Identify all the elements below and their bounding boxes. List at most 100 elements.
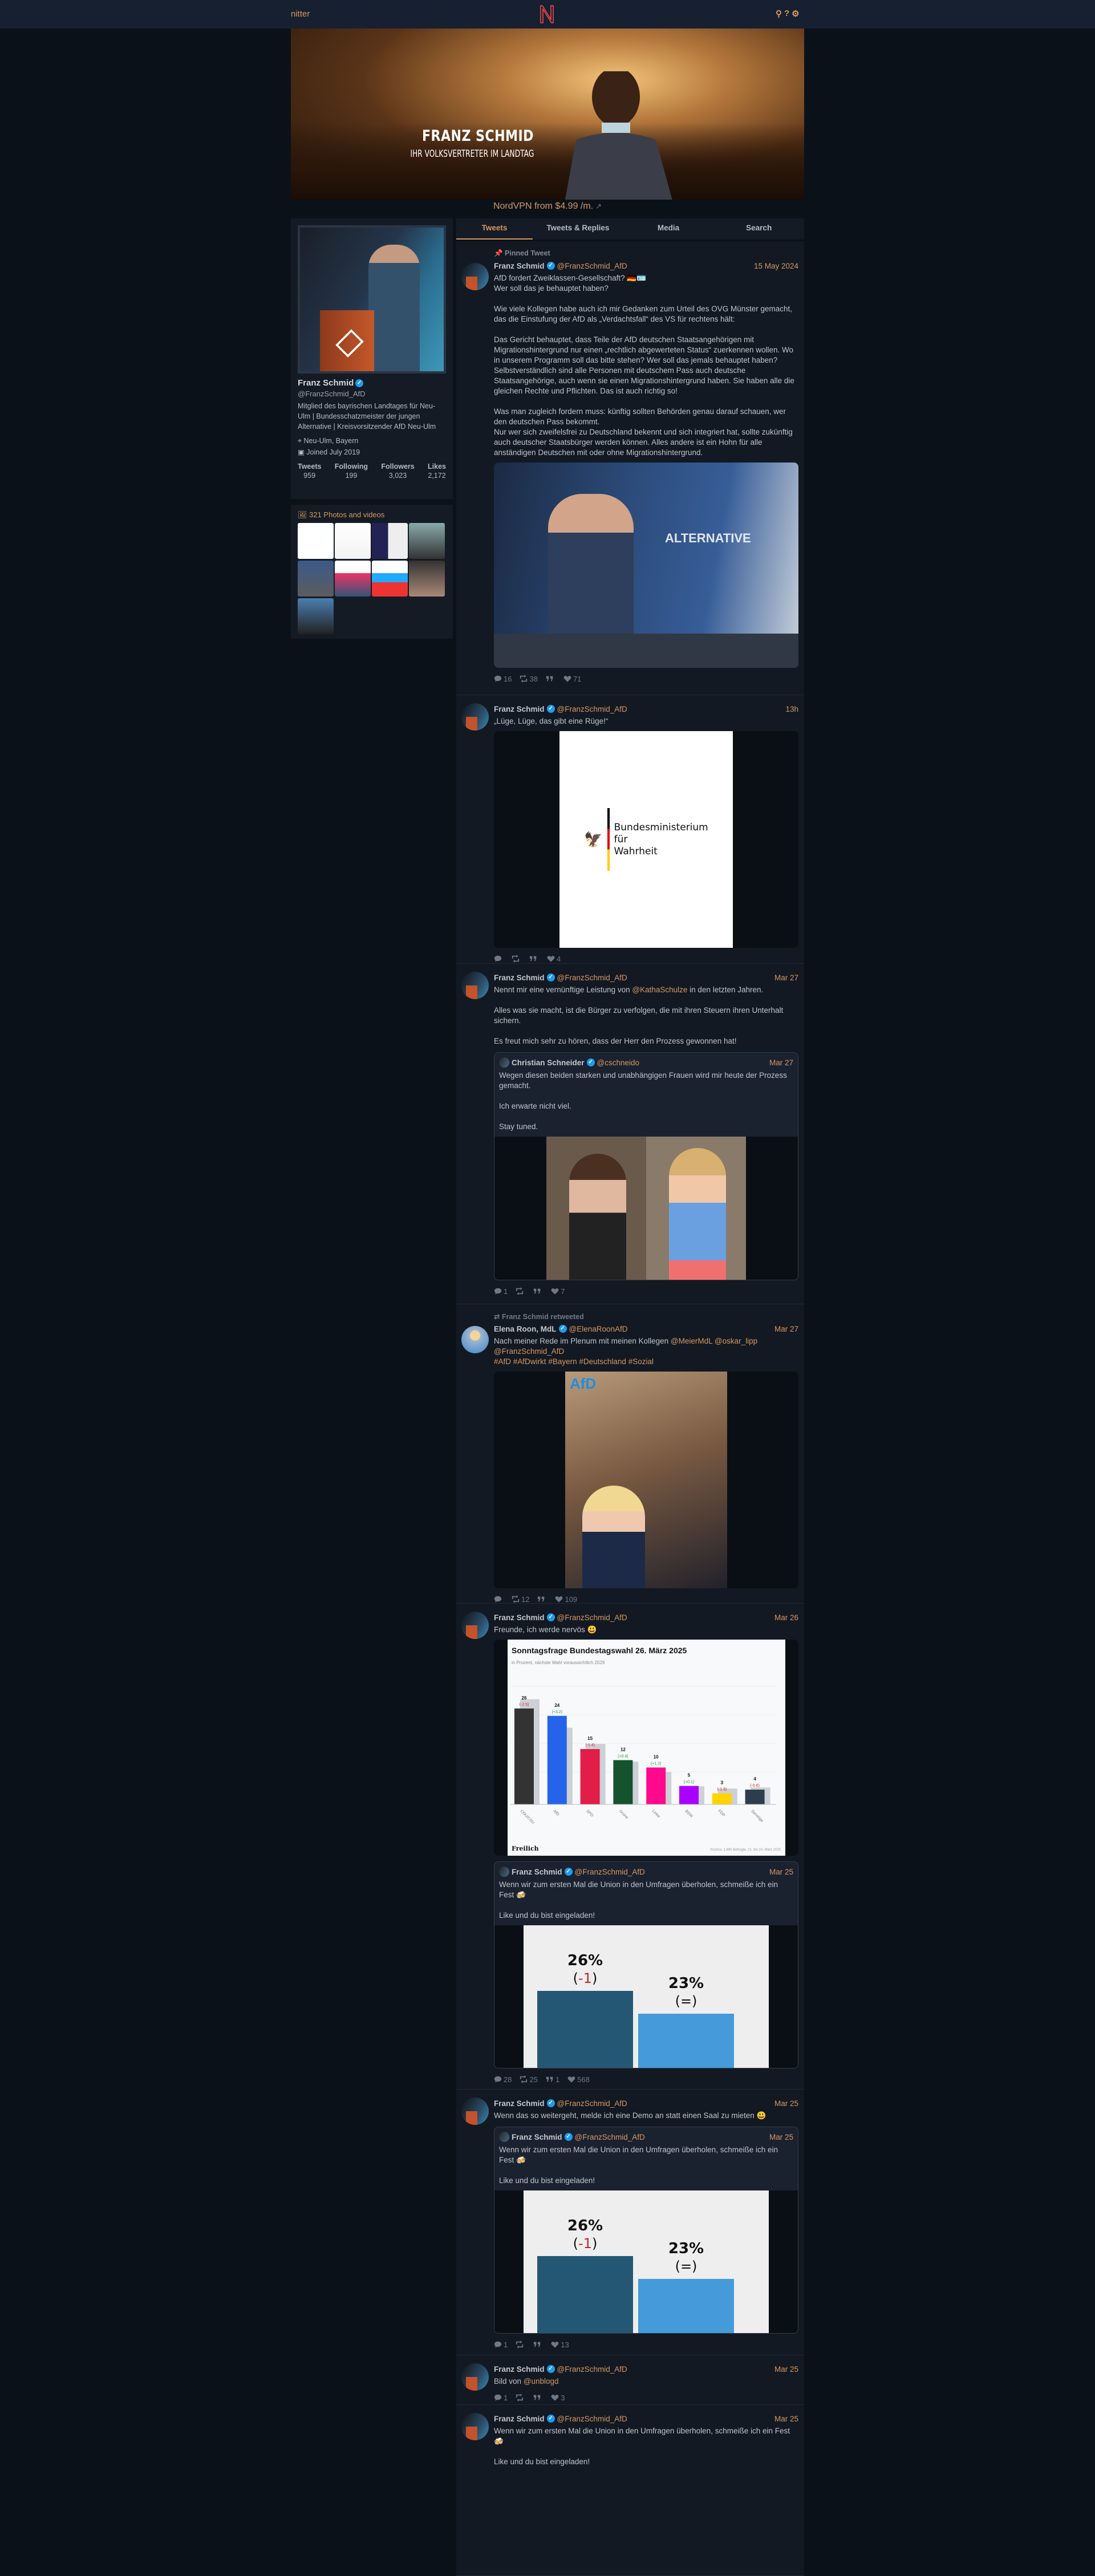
mention-link[interactable]: @FranzSchmid_AfD (494, 1347, 564, 1356)
author-name[interactable]: Christian Schneider (512, 1058, 585, 1067)
quote-button[interactable] (533, 2394, 543, 2401)
quote-button[interactable] (537, 1595, 547, 1603)
author-name[interactable]: Franz Schmid (494, 2415, 545, 2423)
author-name[interactable]: Franz Schmid (494, 262, 545, 270)
nitter-home-link[interactable]: nitter (291, 9, 310, 19)
stat-following[interactable]: Following 199 (335, 463, 368, 480)
reply-button[interactable] (494, 1595, 504, 1603)
stat-followers[interactable]: Followers 3,023 (381, 463, 414, 480)
hashtag-link[interactable]: #AfDwirkt (513, 1357, 546, 1366)
author-handle[interactable]: @FranzSchmid_AfD (575, 1868, 645, 1876)
ad-text[interactable]: NordVPN from $4.99 /m. (493, 201, 593, 211)
retweet-button[interactable]: 38 (520, 675, 538, 683)
tweet-date[interactable]: 15 May 2024 (754, 262, 798, 270)
tweet[interactable]: ⇄ Franz Schmid retweeted Elena Roon, MdL ✓… (456, 1304, 804, 1604)
retweet-button[interactable] (512, 955, 521, 963)
search-icon[interactable]: ⚲ (776, 9, 782, 19)
retweet-button[interactable]: 25 (520, 2075, 538, 2084)
author-handle[interactable]: @FranzSchmid_AfD (557, 705, 627, 713)
mention-link[interactable]: @KathaSchulze (632, 985, 687, 994)
tweet[interactable]: Franz Schmid ✓ @FranzSchmid_AfD Mar 25 Bild … (456, 2355, 804, 2405)
quote-button[interactable] (533, 1287, 543, 1295)
retweet-button[interactable] (516, 2394, 525, 2401)
tweet-date[interactable]: Mar 26 (774, 1613, 798, 1622)
retweet-button[interactable] (516, 2340, 525, 2348)
reply-button[interactable]: 1 (494, 2394, 508, 2402)
retweet-button[interactable]: 12 (512, 1595, 529, 1603)
tab-search[interactable]: Search (713, 218, 804, 240)
avatar[interactable] (461, 1612, 489, 1639)
hashtag-link[interactable]: #Deutschland (579, 1357, 626, 1366)
tweet[interactable]: Franz Schmid ✓ @FranzSchmid_AfD Mar 25 Wenn … (456, 2405, 804, 2576)
tweet-media[interactable] (494, 1137, 798, 1280)
tweet[interactable]: Franz Schmid ✓ @FranzSchmid_AfD Mar 26 Freun… (456, 1604, 804, 2090)
reply-button[interactable]: 16 (494, 675, 512, 683)
tweet-date[interactable]: Mar 27 (774, 1325, 798, 1333)
author-handle[interactable]: @FranzSchmid_AfD (557, 2415, 627, 2423)
author-name[interactable]: Franz Schmid (494, 1613, 545, 1622)
photo-thumbnail[interactable] (409, 523, 445, 559)
quote-button[interactable] (529, 955, 539, 963)
quote-button[interactable] (533, 2340, 543, 2348)
author-name[interactable]: Franz Schmid (494, 2365, 545, 2374)
author-name[interactable]: Franz Schmid (512, 2133, 562, 2141)
author-handle[interactable]: @FranzSchmid_AfD (557, 262, 627, 270)
tweet-date[interactable]: Mar 27 (769, 1058, 793, 1067)
author-name[interactable]: Elena Roon, MdL (494, 1325, 557, 1333)
tab-media[interactable]: Media (623, 218, 714, 240)
author-name[interactable]: Franz Schmid (512, 1868, 562, 1876)
author-handle[interactable]: @FranzSchmid_AfD (575, 2133, 645, 2141)
photo-thumbnail[interactable] (372, 561, 408, 597)
tweet[interactable]: Franz Schmid ✓ @FranzSchmid_AfD Mar 27 Nennt… (456, 964, 804, 1304)
photo-thumbnail[interactable] (335, 523, 371, 559)
quoted-tweet[interactable]: Franz Schmid ✓ @FranzSchmid_AfD Mar 25 Wenn … (494, 1861, 798, 2068)
tweet-media[interactable]: Sonntagsfrage Bundestagswahl 26. März 20… (494, 1640, 798, 1856)
photo-thumbnail[interactable] (298, 561, 334, 597)
like-button[interactable]: 13 (551, 2340, 569, 2349)
tweet-media[interactable]: AfD (494, 1372, 798, 1588)
photo-image[interactable]: ALTERNATIVE (494, 463, 798, 668)
tweet[interactable]: Franz Schmid ✓ @FranzSchmid_AfD Mar 25 Wenn … (456, 2090, 804, 2355)
author-handle[interactable]: @FranzSchmid_AfD (557, 973, 627, 982)
mention-link[interactable]: @oskar_lipp (715, 1337, 757, 1345)
photo-thumbnail[interactable] (298, 598, 334, 634)
author-handle[interactable]: @FranzSchmid_AfD (557, 1613, 627, 1622)
tweet-date[interactable]: Mar 25 (774, 2415, 798, 2423)
like-button[interactable]: 71 (563, 675, 581, 683)
retweet-button[interactable] (516, 1287, 525, 1295)
tab-tweets-replies[interactable]: Tweets & Replies (533, 218, 623, 240)
poll-chart[interactable]: Sonntagsfrage Bundestagswahl 26. März 20… (507, 1640, 785, 1856)
avatar[interactable] (461, 1326, 489, 1353)
ministry-image[interactable]: 🦅 Bundesministerium für Wahrheit (559, 731, 733, 948)
settings-icon[interactable]: ⚙ (792, 9, 799, 19)
like-button[interactable]: 109 (555, 1595, 577, 1603)
quote-button[interactable]: 1 (546, 2075, 559, 2084)
avatar[interactable] (461, 2363, 489, 2391)
tweet-date[interactable]: Mar 25 (774, 2099, 798, 2108)
photo-thumbnail[interactable] (335, 561, 371, 597)
quote-button[interactable] (546, 675, 555, 683)
photo-thumbnail[interactable] (372, 523, 408, 559)
tweet-date[interactable]: 13h (785, 705, 798, 713)
quoted-tweet[interactable]: Franz Schmid ✓ @FranzSchmid_AfD Mar 25 Wenn … (494, 2127, 798, 2334)
poll-image[interactable]: 26% (-1) 23% (=) (524, 2190, 769, 2333)
like-button[interactable]: 7 (551, 1287, 565, 1296)
photo-thumbnail[interactable] (298, 523, 334, 559)
photo-rail-header[interactable]: 🖼 321 Photos and videos (298, 510, 446, 520)
author-handle[interactable]: @FranzSchmid_AfD (557, 2099, 627, 2108)
avatar[interactable] (461, 2098, 489, 2125)
avatar[interactable] (499, 1057, 509, 1068)
like-button[interactable]: 3 (551, 2394, 565, 2402)
photo-image[interactable]: AfD (565, 1372, 727, 1588)
ad-link[interactable]: NordVPN from $4.99 /m. ↗ (291, 201, 804, 212)
profile-handle[interactable]: @FranzSchmid_AfD (298, 390, 446, 398)
tab-tweets[interactable]: Tweets (456, 218, 533, 240)
photo-rail-label[interactable]: 321 Photos and videos (309, 510, 384, 519)
mention-link[interactable]: @unblogd (524, 2377, 559, 2386)
tweet-media[interactable]: 26% (-1) 23% (=) (494, 2190, 798, 2333)
author-handle[interactable]: @ElenaRoonAfD (569, 1325, 628, 1333)
tweet-media[interactable]: 🦅 Bundesministerium für Wahrheit (494, 731, 798, 948)
tweet-date[interactable]: Mar 25 (774, 2365, 798, 2374)
avatar[interactable] (499, 1867, 509, 1877)
profile-banner[interactable]: FRANZ SCHMID IHR VOLKSVERTRETER IM LANDT… (291, 29, 804, 200)
